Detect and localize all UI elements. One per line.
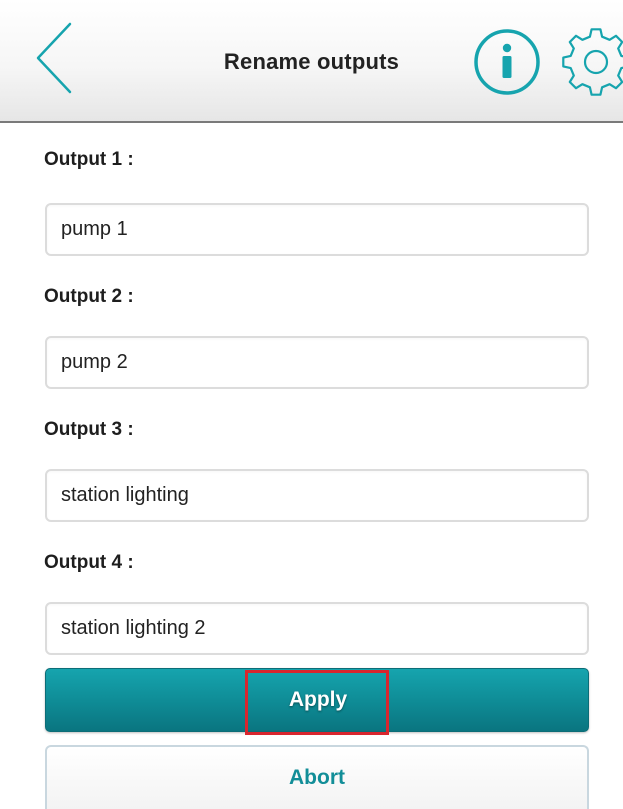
apply-highlight-box bbox=[245, 670, 389, 735]
gear-hub bbox=[583, 49, 609, 75]
info-icon bbox=[474, 29, 540, 95]
output-1-label: Output 1 : bbox=[44, 149, 134, 170]
output-4-input[interactable] bbox=[45, 602, 589, 655]
abort-button[interactable]: Abort bbox=[45, 745, 589, 809]
abort-label: Abort bbox=[289, 766, 345, 789]
output-1-input[interactable] bbox=[45, 203, 589, 256]
output-3-input[interactable] bbox=[45, 469, 589, 522]
output-4-label: Output 4 : bbox=[44, 552, 134, 573]
output-2-label: Output 2 : bbox=[44, 286, 134, 307]
settings-button[interactable] bbox=[552, 25, 623, 99]
gear-icon bbox=[562, 28, 623, 96]
output-2-input[interactable] bbox=[45, 336, 589, 389]
gear-outline bbox=[562, 28, 623, 96]
header-bar: Rename outputs bbox=[0, 0, 623, 123]
output-3-label: Output 3 : bbox=[44, 419, 134, 440]
gear-teeth bbox=[562, 28, 623, 96]
info-button[interactable] bbox=[473, 28, 541, 96]
